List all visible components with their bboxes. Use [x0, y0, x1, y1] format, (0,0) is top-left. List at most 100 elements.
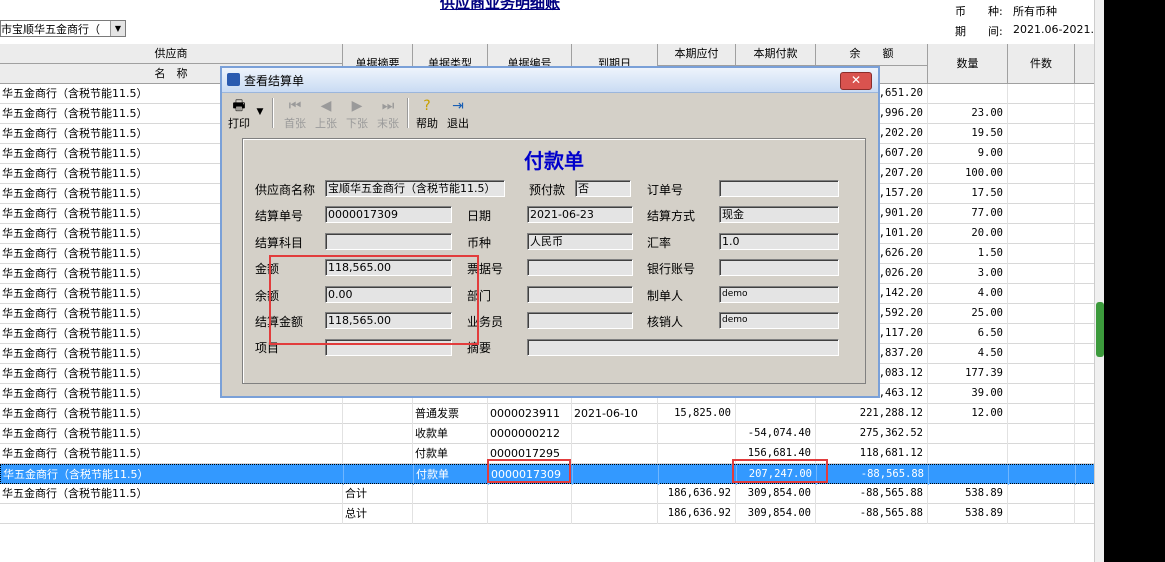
toolbar-separator	[272, 98, 274, 128]
period-label: 期 间:	[955, 25, 1003, 38]
cell-name	[0, 504, 343, 524]
cell-pieces	[1008, 384, 1075, 404]
cell-paid: -54,074.40	[736, 424, 816, 444]
chevron-down-icon: ▼	[256, 107, 264, 117]
cell-summary: 总计	[343, 504, 413, 524]
cell-qty: 9.00	[928, 144, 1008, 164]
cell-type: 普通发票	[413, 404, 488, 424]
cell-due	[572, 484, 658, 504]
table-row[interactable]: 华五金商行（含税节能11.5） 收款单 0000000212 -54,074.40 27…	[0, 424, 1095, 444]
cell-summary	[343, 424, 413, 444]
settle-subject-label: 结算科目	[255, 236, 304, 250]
cell-type	[413, 504, 488, 524]
dept-field[interactable]	[527, 286, 633, 303]
cell-pieces	[1008, 324, 1075, 344]
salesman-field[interactable]	[527, 312, 633, 329]
maker-field[interactable]: demo	[719, 286, 839, 303]
settle-no-field[interactable]: 0000017309	[325, 206, 452, 223]
settlement-dialog[interactable]: 查看结算单 ✕ 🖶 打印 ▼ ⏮ 首张 ◀ 上张 ▶ 下张 ⏭ 末张 ? 帮助 ⇥ 退出 付款…	[220, 66, 880, 398]
cell-summary	[343, 444, 413, 464]
cell-balance: -88,565.88	[816, 484, 928, 504]
cell-qty	[928, 84, 1008, 104]
cell-qty	[928, 444, 1008, 464]
order-no-label: 订单号	[647, 183, 684, 197]
memo-field[interactable]	[527, 339, 839, 356]
table-row[interactable]: 华五金商行（含税节能11.5） 合计 186,636.92 309,854.00 -88…	[0, 484, 1095, 504]
cell-qty: 100.00	[928, 164, 1008, 184]
cell-no: 0000023911	[488, 404, 572, 424]
supplier-combo[interactable]: 市宝顺华五金商行（ ▼	[0, 20, 126, 37]
cell-paid	[736, 404, 816, 424]
cell-balance: -88,565.88	[816, 504, 928, 524]
cell-qty: 77.00	[928, 204, 1008, 224]
next-button[interactable]: ▶ 下张	[342, 96, 372, 130]
cell-pieces	[1008, 244, 1075, 264]
cell-no	[488, 504, 572, 524]
payment-form: 付款单 供应商名称 宝顺华五金商行（含税节能11.5） 预付款 否 订单号 结算…	[242, 138, 866, 384]
dialog-titlebar[interactable]: 查看结算单 ✕	[222, 68, 878, 93]
header-extra	[1075, 44, 1095, 84]
print-button[interactable]: 🖶 打印	[226, 96, 252, 130]
prepay-field[interactable]: 否	[575, 180, 631, 197]
cell-pieces	[1008, 144, 1075, 164]
cell-name: 华五金商行（含税节能11.5）	[0, 484, 343, 504]
help-button[interactable]: ? 帮助	[412, 96, 442, 130]
table-row[interactable]: 总计 186,636.92 309,854.00 -88,565.88 538.89	[0, 504, 1095, 524]
screen-edge	[1104, 0, 1165, 562]
cell-pieces	[1008, 204, 1075, 224]
dialog-title: 查看结算单	[244, 74, 305, 88]
order-no-field[interactable]	[719, 180, 839, 197]
verifier-field[interactable]: demo	[719, 312, 839, 329]
cell-pieces	[1008, 504, 1075, 524]
cell-name: 华五金商行（含税节能11.5）	[1, 465, 344, 485]
cell-paid: 309,854.00	[736, 484, 816, 504]
cell-paid: 309,854.00	[736, 504, 816, 524]
exit-button[interactable]: ⇥ 退出	[443, 96, 473, 130]
cell-pieces	[1008, 284, 1075, 304]
cell-type: 收款单	[413, 424, 488, 444]
chevron-down-icon[interactable]: ▼	[110, 21, 125, 36]
settle-subject-field[interactable]	[325, 233, 452, 250]
header-payable: 本期应付	[658, 44, 736, 66]
first-record-icon: ⏮	[288, 98, 302, 114]
cell-qty: 23.00	[928, 104, 1008, 124]
cell-no: 0000000212	[488, 424, 572, 444]
supplier-name-field[interactable]: 宝顺华五金商行（含税节能11.5）	[325, 180, 505, 197]
exit-door-icon: ⇥	[452, 98, 464, 114]
header-paid: 本期付款	[736, 44, 816, 66]
table-row[interactable]: 华五金商行（含税节能11.5） 普通发票 0000023911 2021-06-10 1…	[0, 404, 1095, 424]
currency-label: 币种	[467, 236, 492, 250]
cell-summary	[344, 465, 414, 485]
rate-field[interactable]: 1.0	[719, 233, 839, 250]
highlight-box-doc-no	[487, 459, 571, 483]
cell-pieces	[1008, 344, 1075, 364]
scrollbar-thumb[interactable]	[1096, 302, 1104, 357]
cell-pieces	[1009, 465, 1076, 485]
help-icon: ?	[423, 98, 431, 114]
cell-pieces	[1008, 84, 1075, 104]
bill-no-field[interactable]	[527, 259, 633, 276]
header-qty: 数量	[928, 44, 1008, 84]
cell-pieces	[1008, 444, 1075, 464]
settle-no-label: 结算单号	[255, 209, 304, 223]
currency-field[interactable]: 人民币	[527, 233, 633, 250]
cell-type: 付款单	[413, 444, 488, 464]
cell-qty: 25.00	[928, 304, 1008, 324]
date-field[interactable]: 2021-06-23	[527, 206, 633, 223]
cell-balance: -88,565.88	[817, 465, 929, 485]
bank-acct-field[interactable]	[719, 259, 839, 276]
print-dropdown-button[interactable]: ▼	[253, 96, 267, 130]
cell-due: 2021-06-10	[572, 404, 658, 424]
cell-payable: 15,825.00	[658, 404, 736, 424]
cell-pieces	[1008, 304, 1075, 324]
settle-method-field[interactable]: 现金	[719, 206, 839, 223]
prev-button[interactable]: ◀ 上张	[311, 96, 341, 130]
cell-qty: 177.39	[928, 364, 1008, 384]
first-button[interactable]: ⏮ 首张	[280, 96, 310, 130]
cell-pieces	[1008, 164, 1075, 184]
close-button[interactable]: ✕	[840, 72, 872, 90]
cell-pieces	[1008, 364, 1075, 384]
cell-pieces	[1008, 224, 1075, 244]
cell-qty: 39.00	[928, 384, 1008, 404]
last-button[interactable]: ⏭ 末张	[373, 96, 403, 130]
